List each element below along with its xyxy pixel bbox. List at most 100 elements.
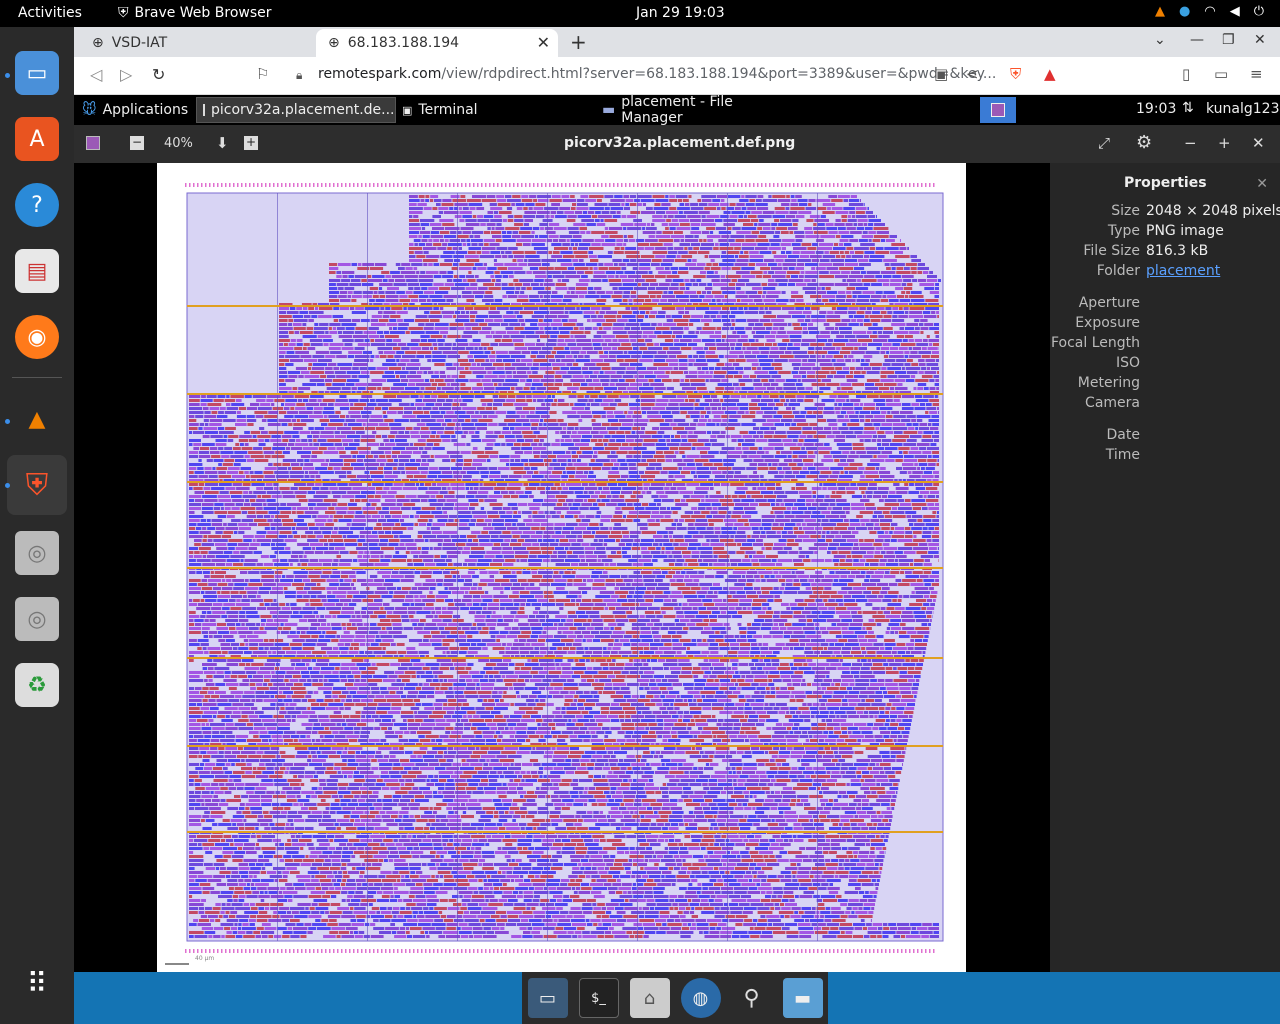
search-icon[interactable]: ⚲ [732, 978, 772, 1018]
zoom-dropdown-icon[interactable]: ⬇ [216, 134, 229, 152]
viewer-minimize-icon[interactable]: − [1184, 134, 1197, 152]
bookmark-icon[interactable]: ⚐ [256, 65, 269, 83]
file-manager-icon[interactable]: ▬ [782, 978, 823, 1018]
tab-rdp[interactable]: ⊕ 68.183.188.194 ✕ [316, 29, 558, 57]
trash-icon[interactable]: ♻ [15, 663, 59, 707]
xfce-dock-background: ▭ $_ ⌂ ◍ ⚲ ▬ [74, 972, 1280, 1024]
wallet-icon[interactable]: ▭ [1214, 65, 1228, 83]
placement-layout-render [165, 183, 944, 965]
wifi-icon[interactable]: ◠ [1204, 4, 1215, 19]
prop-row-camera: Camera [1050, 395, 1280, 415]
prop-row-size: Size 2048 × 2048 pixels [1050, 203, 1280, 223]
settings-gear-icon[interactable]: ⚙ [1136, 132, 1152, 153]
properties-close-icon[interactable]: ✕ [1256, 176, 1268, 192]
prop-key: Folder [1096, 263, 1140, 279]
back-icon[interactable]: ◁ [90, 65, 102, 84]
clock[interactable]: Jan 29 19:03 [636, 5, 725, 21]
sidebar-icon[interactable]: ▯ [1182, 65, 1190, 83]
user-menu[interactable]: kunalg123 [1206, 101, 1280, 117]
close-tab-icon[interactable]: ✕ [537, 33, 550, 52]
vlc-icon[interactable]: ▲ [15, 397, 59, 441]
xfce-dock: ▭ $_ ⌂ ◍ ⚲ ▬ [522, 972, 828, 1024]
vlc-tray-icon[interactable]: ▲ [1155, 4, 1165, 19]
tab-list-chevron-icon[interactable]: ⌄ [1154, 32, 1166, 48]
prop-key: Date [1106, 427, 1140, 443]
menu-icon[interactable]: ≡ [1250, 65, 1263, 83]
software-center-icon[interactable]: A [15, 117, 59, 161]
app-menu[interactable]: ⛨ Brave Web Browser [118, 5, 272, 21]
help-icon[interactable]: ? [15, 183, 59, 227]
brave-rewards-icon[interactable]: ▲ [1044, 65, 1056, 83]
firefox-icon[interactable]: ◉ [15, 315, 59, 359]
tab-vsd-iat[interactable]: ⊕ VSD-IAT [80, 29, 310, 57]
task-file-manager[interactable]: ▬ placement - File Manager [596, 94, 792, 126]
prop-row-filesize: File Size 816.3 kB [1050, 243, 1280, 263]
image-canvas-area[interactable]: 40 µm [74, 163, 1050, 972]
task-label: placement - File Manager [621, 94, 733, 126]
url-path: /view/rdpdirect.html?server=68.183.188.1… [441, 66, 997, 82]
disc-drive-icon-2[interactable]: ◎ [15, 597, 59, 641]
show-desktop-icon[interactable]: ▭ [527, 978, 568, 1018]
prop-value: 2048 × 2048 pixels [1146, 203, 1280, 219]
placement-layout-image[interactable]: 40 µm [157, 163, 966, 972]
disc-drive-icon[interactable]: ◎ [15, 531, 59, 575]
activities-button[interactable]: Activities [18, 5, 82, 21]
new-tab-icon[interactable]: + [570, 30, 587, 54]
properties-title: Properties [1124, 175, 1207, 191]
viewer-close-icon[interactable]: ✕ [1252, 134, 1265, 152]
remote-desktop-view[interactable]: 🐭︎ Applications picorv32a.placement.de..… [74, 94, 1280, 1024]
applications-label: Applications [102, 102, 189, 118]
zoom-in-icon[interactable]: + [244, 136, 258, 150]
xfce-clock[interactable]: 19:03 [1136, 101, 1176, 117]
zoom-value: 40% [164, 136, 193, 151]
close-window-icon[interactable]: ✕ [1254, 32, 1266, 48]
terminal-launcher-icon[interactable]: $_ [578, 978, 619, 1018]
prop-key: Time [1105, 447, 1140, 463]
zoom-out-icon[interactable]: − [130, 136, 144, 150]
prop-key: Type [1107, 223, 1140, 239]
lock-icon: 🔒︎ [296, 68, 303, 82]
fullscreen-icon[interactable]: ⤢ [1098, 134, 1110, 152]
files-icon[interactable]: ▭ [15, 51, 59, 95]
brave-shields-icon[interactable]: ⛨ [1010, 65, 1021, 83]
network-icon[interactable]: ⇅ [1182, 100, 1194, 116]
minimize-icon[interactable]: — [1190, 32, 1204, 48]
image-icon [203, 104, 205, 116]
show-applications-icon[interactable]: ⠿ [15, 961, 59, 1005]
prop-key: Aperture [1078, 295, 1140, 311]
power-icon[interactable]: ⏻ [1254, 4, 1264, 19]
document-viewer-icon[interactable]: ▤ [15, 249, 59, 293]
folder-link[interactable]: placement [1146, 263, 1220, 279]
clipboard-icon[interactable]: ▣ [934, 65, 948, 83]
system-tray[interactable]: ▲ ● ◠ ◀ ⏻ [1155, 4, 1264, 19]
share-icon[interactable]: ⋖ [966, 65, 979, 83]
reload-icon[interactable]: ↻ [152, 65, 165, 84]
globe-icon: ⊕ [328, 35, 340, 51]
task-terminal[interactable]: ▣ Terminal [396, 97, 592, 123]
prop-value: PNG image [1146, 223, 1224, 239]
properties-panel: Properties ✕ Size 2048 × 2048 pixels Type… [1050, 163, 1280, 972]
web-browser-icon[interactable]: ◍ [680, 978, 721, 1018]
url-field[interactable]: remotespark.com/view/rdpdirect.html?serv… [318, 66, 996, 82]
running-indicator [5, 419, 10, 424]
prop-value: 816.3 kB [1146, 243, 1209, 259]
viewer-maximize-icon[interactable]: + [1218, 134, 1231, 152]
prop-row-metering: Metering [1050, 375, 1280, 395]
telegram-tray-icon[interactable]: ● [1179, 4, 1190, 19]
brave-window: ⊕ VSD-IAT ⊕ 68.183.188.194 ✕ + ⌄ — ❐ ✕ ◁… [74, 27, 1280, 1024]
tab-bar: ⊕ VSD-IAT ⊕ 68.183.188.194 ✕ + ⌄ — ❐ ✕ [74, 27, 1280, 57]
task-image-viewer[interactable]: picorv32a.placement.de... [196, 97, 396, 123]
volume-icon[interactable]: ◀ [1230, 4, 1240, 19]
brave-browser-icon[interactable]: ⛨ [7, 455, 67, 515]
app-name: Brave Web Browser [134, 5, 272, 21]
maximize-icon[interactable]: ❐ [1222, 32, 1235, 48]
applications-menu[interactable]: 🐭︎ Applications [76, 97, 194, 123]
prop-row-focal-length: Focal Length [1050, 335, 1280, 355]
prop-row-folder: Folder placement [1050, 263, 1280, 283]
forward-icon[interactable]: ▷ [120, 65, 132, 84]
home-folder-icon[interactable]: ⌂ [629, 978, 670, 1018]
address-bar-row: ◁ ▷ ↻ ⚐ 🔒︎ remotespark.com/view/rdpdirec… [74, 57, 1280, 95]
url-host: remotespark.com [318, 66, 442, 82]
running-indicator [5, 483, 10, 488]
workspace-switcher[interactable] [980, 97, 1016, 123]
